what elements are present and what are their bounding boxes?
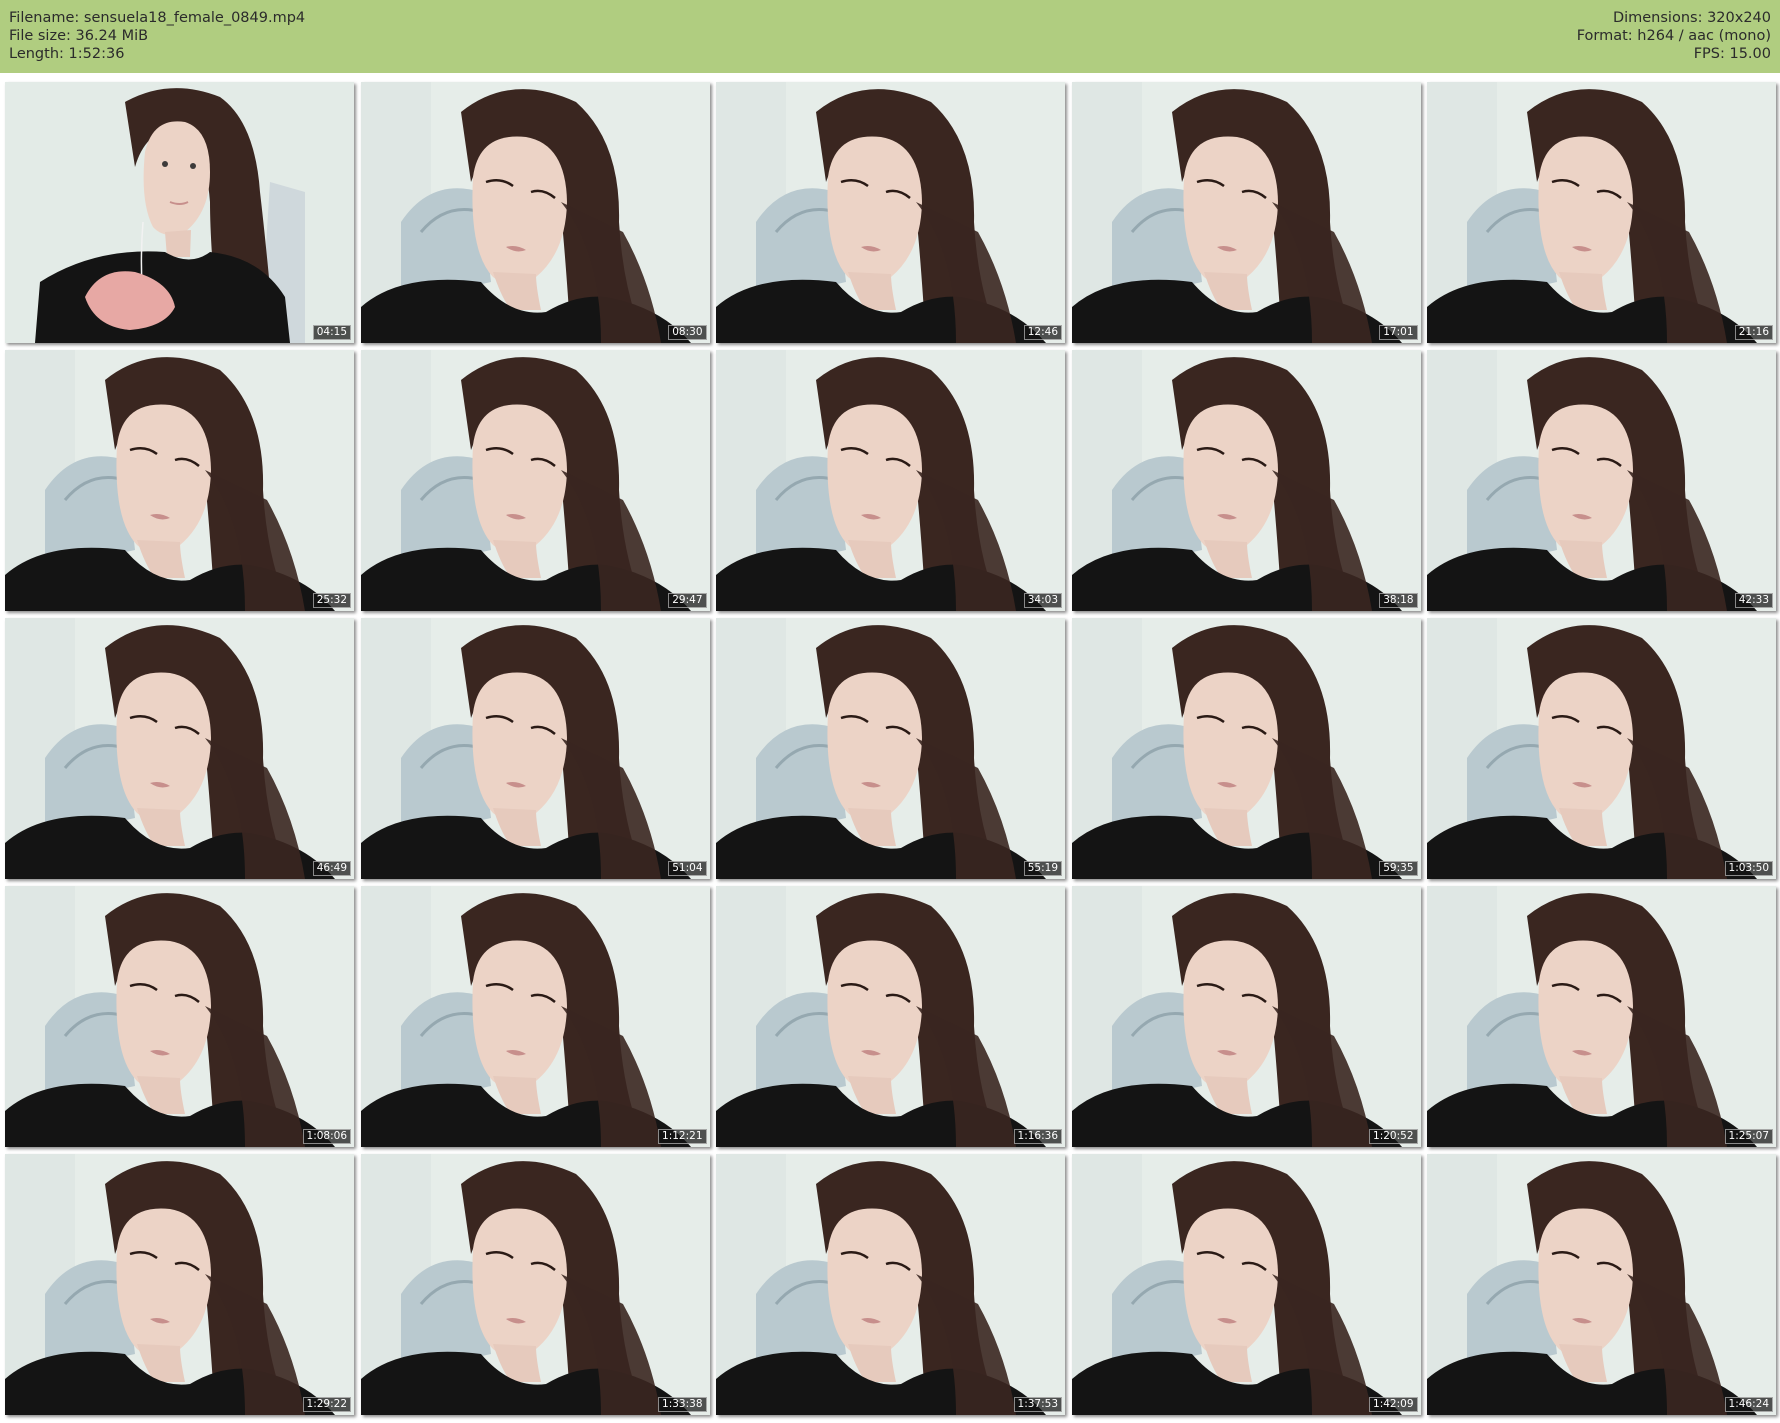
thumbnail-timestamp: 1:03:50: [1724, 861, 1773, 876]
thumbnail-timestamp: 51:04: [668, 861, 707, 876]
thumbnail-timestamp: 34:03: [1023, 593, 1062, 608]
video-thumbnail: 25:32: [5, 350, 354, 611]
thumbnail-timestamp: 25:32: [312, 593, 351, 608]
dimensions-line: Dimensions: 320x240: [1577, 9, 1771, 27]
video-thumbnail: 1:08:06: [5, 886, 354, 1147]
video-thumbnail: 12:46: [716, 82, 1065, 343]
thumbnail-timestamp: 55:19: [1023, 861, 1062, 876]
thumbnail-timestamp: 1:29:22: [302, 1397, 351, 1412]
thumbnail-timestamp: 42:33: [1734, 593, 1773, 608]
video-thumbnail: 55:19: [716, 618, 1065, 879]
filesize-value: 36.24 MiB: [75, 28, 149, 44]
thumbnail-timestamp: 1:08:06: [302, 1129, 351, 1144]
video-thumbnail: 51:04: [360, 618, 710, 879]
dimensions-label: Dimensions:: [1612, 10, 1703, 26]
thumbnail-timestamp: 46:49: [312, 861, 351, 876]
thumbnail-timestamp: 38:18: [1379, 593, 1418, 608]
video-thumbnail: 08:30: [360, 82, 710, 343]
thumbnail-timestamp: 59:35: [1379, 861, 1418, 876]
thumbnail-timestamp: 12:46: [1023, 325, 1062, 340]
thumbnail-timestamp: 21:16: [1734, 325, 1773, 340]
filename-line: Filename: sensuela18_female_0849.mp4: [9, 9, 305, 27]
video-thumbnail: 59:35: [1071, 618, 1421, 879]
thumbnail-timestamp: 1:12:21: [658, 1129, 707, 1144]
thumbnail-timestamp: 1:20:52: [1369, 1129, 1418, 1144]
video-thumbnail: 1:33:38: [360, 1154, 710, 1415]
video-thumbnail: 29:47: [360, 350, 710, 611]
video-thumbnail: 38:18: [1071, 350, 1421, 611]
fps-value: 15.00: [1729, 46, 1771, 62]
fps-line: FPS: 15.00: [1577, 45, 1771, 63]
video-thumbnail: 1:46:24: [1427, 1154, 1776, 1415]
format-line: Format: h264 / aac (mono): [1577, 27, 1771, 45]
video-thumbnail: 04:15: [5, 82, 354, 343]
thumbnail-timestamp: 1:46:24: [1724, 1397, 1773, 1412]
thumbnail-grid: 04:15 08:30 12:46 17:01 21:16 25:32 29:47 34:03…: [0, 73, 1780, 1423]
thumbnail-timestamp: 1:16:36: [1013, 1129, 1062, 1144]
video-thumbnail: 17:01: [1071, 82, 1421, 343]
length-label: Length:: [9, 46, 64, 62]
dimensions-value: 320x240: [1707, 10, 1771, 26]
video-thumbnail: 1:12:21: [360, 886, 710, 1147]
video-thumbnail: 21:16: [1427, 82, 1776, 343]
video-thumbnail: 1:25:07: [1427, 886, 1776, 1147]
format-value: h264 / aac (mono): [1637, 28, 1771, 44]
video-thumbnail: 42:33: [1427, 350, 1776, 611]
file-info-right: Dimensions: 320x240 Format: h264 / aac (…: [1577, 9, 1771, 63]
filesize-label: File size:: [9, 28, 71, 44]
thumbnail-timestamp: 1:25:07: [1724, 1129, 1773, 1144]
file-info-left: Filename: sensuela18_female_0849.mp4 Fil…: [9, 9, 305, 63]
length-line: Length: 1:52:36: [9, 45, 305, 63]
video-thumbnail: 34:03: [716, 350, 1065, 611]
length-value: 1:52:36: [68, 46, 125, 62]
filename-label: Filename:: [9, 10, 80, 26]
filename-value: sensuela18_female_0849.mp4: [83, 10, 306, 26]
filesize-line: File size: 36.24 MiB: [9, 27, 305, 45]
thumbnail-timestamp: 29:47: [668, 593, 707, 608]
thumbnail-timestamp: 1:42:09: [1369, 1397, 1418, 1412]
video-thumbnail: 1:29:22: [5, 1154, 354, 1415]
video-thumbnail: 1:16:36: [716, 886, 1065, 1147]
thumbnail-timestamp: 1:33:38: [658, 1397, 707, 1412]
thumbnail-timestamp: 17:01: [1379, 325, 1418, 340]
info-header: Filename: sensuela18_female_0849.mp4 Fil…: [0, 0, 1780, 73]
thumbnail-timestamp: 08:30: [668, 325, 707, 340]
thumbnail-timestamp: 1:37:53: [1013, 1397, 1062, 1412]
format-label: Format:: [1576, 28, 1633, 44]
fps-label: FPS:: [1693, 46, 1725, 62]
video-thumbnail: 46:49: [5, 618, 354, 879]
thumbnail-timestamp: 04:15: [312, 325, 351, 340]
video-thumbnail: 1:42:09: [1071, 1154, 1421, 1415]
video-thumbnail: 1:03:50: [1427, 618, 1776, 879]
video-thumbnail: 1:20:52: [1071, 886, 1421, 1147]
video-thumbnail: 1:37:53: [716, 1154, 1065, 1415]
